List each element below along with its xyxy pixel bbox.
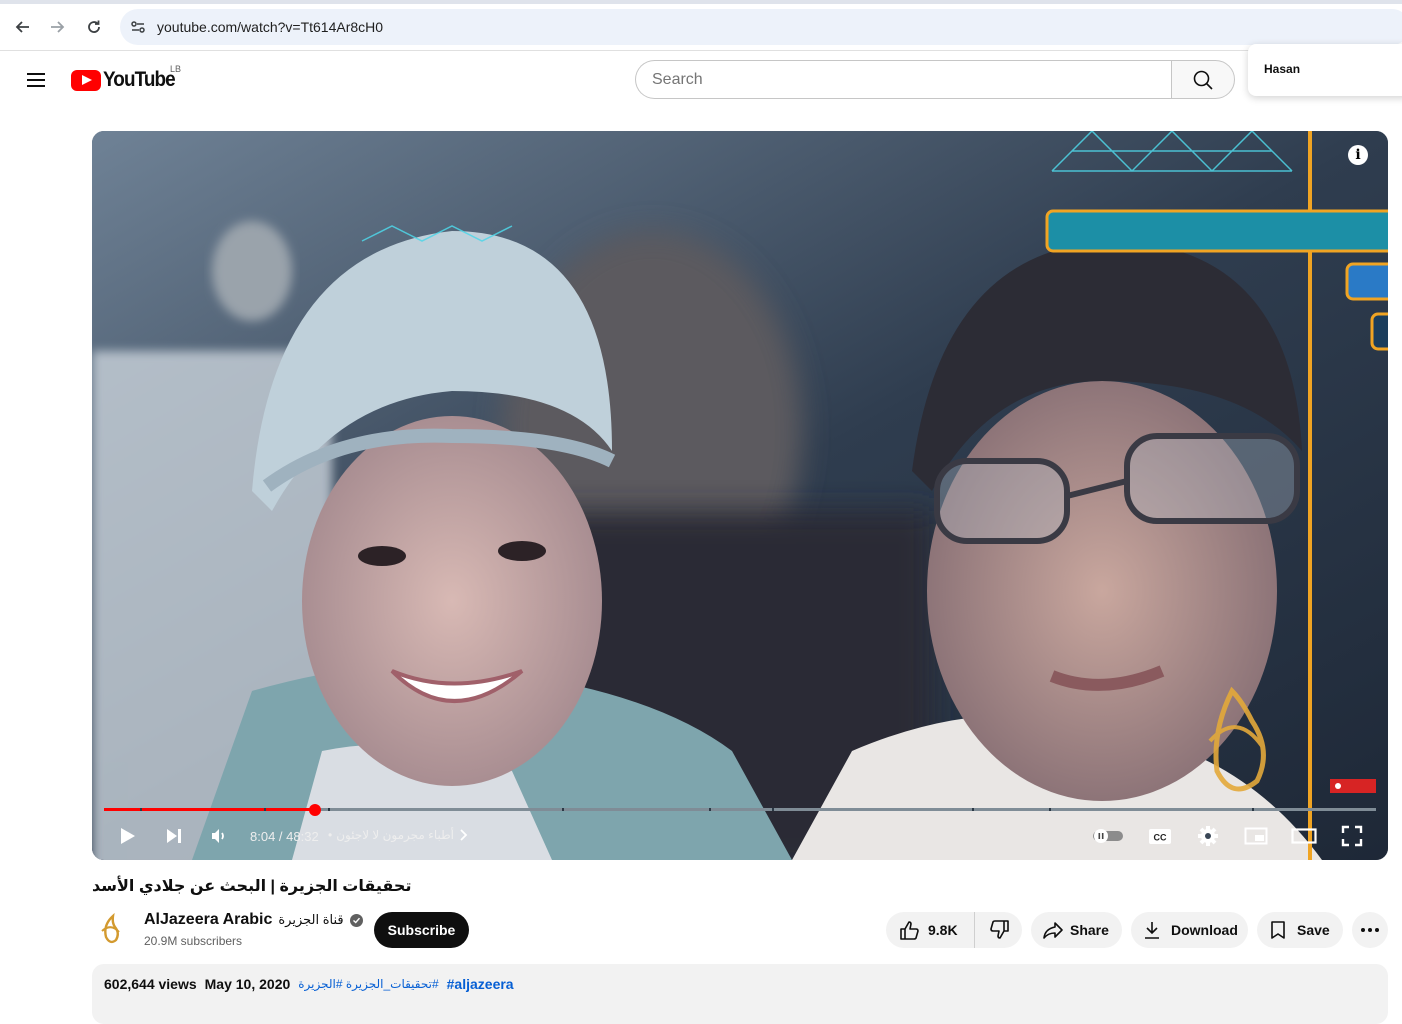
youtube-play-logo-icon	[71, 69, 101, 91]
miniplayer-button[interactable]	[1243, 823, 1269, 849]
country-code: LB	[170, 64, 182, 74]
arrow-left-icon	[15, 21, 29, 33]
tab-strip-edge	[0, 0, 1402, 4]
video-player[interactable]: i 8:04 / 48:32 • أطباء مجرمون لا لاجئون …	[92, 131, 1388, 860]
skip-next-icon	[167, 829, 181, 843]
chapter-gap	[972, 808, 974, 811]
mute-button[interactable]	[206, 823, 232, 849]
address-bar[interactable]: youtube.com/watch?v=Tt614Ar8cH0	[120, 9, 1402, 45]
play-icon	[121, 828, 135, 844]
download-button[interactable]: Download	[1131, 912, 1248, 948]
time-display: 8:04 / 48:32	[250, 829, 319, 844]
chapter-gap	[772, 808, 774, 811]
like-count: 9.8K	[928, 922, 958, 938]
bookmark-icon	[1269, 920, 1287, 940]
reload-button[interactable]	[81, 14, 107, 40]
player-controls: 8:04 / 48:32 • أطباء مجرمون لا لاجئون CC	[92, 819, 1388, 853]
time-current: 8:04	[250, 829, 276, 844]
autoplay-toggle-icon	[1093, 829, 1123, 843]
closed-captions-icon: CC	[1149, 829, 1171, 844]
chapter-gap	[328, 808, 330, 811]
autoplay-toggle[interactable]	[1090, 823, 1126, 849]
settings-button[interactable]	[1195, 823, 1221, 849]
more-dots-icon	[1361, 928, 1365, 932]
back-button[interactable]	[9, 14, 35, 40]
chapter-gap	[1049, 808, 1051, 811]
reload-icon	[88, 20, 100, 33]
save-button[interactable]: Save	[1257, 912, 1343, 948]
search-input[interactable]	[636, 61, 1172, 98]
channel-name-link[interactable]: AlJazeera Arabic قناة الجزيرة	[144, 911, 363, 929]
channel-name[interactable]: AlJazeera Arabic	[144, 911, 272, 929]
account-name: Hasan	[1264, 62, 1301, 76]
verified-badge-icon	[349, 913, 363, 927]
subscribe-button[interactable]: Subscribe	[374, 912, 469, 948]
chevron-right-icon	[460, 829, 468, 841]
share-label: Share	[1070, 922, 1109, 938]
time-separator: /	[275, 829, 287, 844]
chapter-title: أطباء مجرمون لا لاجئون	[336, 828, 454, 842]
hamburger-menu-icon[interactable]	[22, 66, 50, 94]
aljazeera-logo-icon	[101, 913, 120, 944]
channel-name-arabic[interactable]: قناة الجزيرة	[278, 912, 343, 928]
chapter-gap	[1252, 808, 1254, 811]
chapter-gap	[709, 808, 711, 811]
volume-icon	[212, 829, 224, 843]
next-button[interactable]	[161, 823, 187, 849]
progress-played	[104, 808, 316, 811]
chapter-gap	[562, 808, 564, 811]
share-button[interactable]: Share	[1031, 912, 1122, 948]
thumbs-down-icon	[989, 919, 1011, 941]
chapter-gap	[264, 808, 266, 811]
upload-date: May 10, 2020	[204, 976, 291, 992]
thumbs-up-icon	[898, 919, 920, 941]
video-title: تحقيقات الجزيرة | البحث عن جلادي الأسد	[92, 878, 412, 895]
info-icon[interactable]: i	[1348, 145, 1368, 165]
svg-text:CC: CC	[1154, 833, 1167, 843]
youtube-logo[interactable]: YouTube LB	[71, 64, 183, 92]
subtitles-button[interactable]: CC	[1147, 823, 1173, 849]
save-label: Save	[1297, 922, 1330, 938]
fullscreen-button[interactable]	[1339, 823, 1365, 849]
subscriber-count: 20.9M subscribers	[144, 934, 243, 948]
browser-toolbar: youtube.com/watch?v=Tt614Ar8cH0	[0, 0, 1402, 51]
theater-mode-icon	[1291, 828, 1317, 844]
site-info-icon[interactable]	[128, 17, 148, 37]
description-meta: 602,644 views May 10, 2020 #تحقيقات_الجز…	[104, 976, 514, 992]
search-button[interactable]	[1171, 60, 1235, 99]
chapter-button[interactable]: • أطباء مجرمون لا لاجئون	[328, 828, 468, 842]
chapter-gap	[140, 808, 142, 811]
video-frame[interactable]	[92, 131, 1388, 860]
time-total: 48:32	[286, 829, 319, 844]
theater-mode-button[interactable]	[1291, 823, 1317, 849]
dislike-button[interactable]	[975, 919, 1025, 941]
view-count: 602,644 views	[104, 976, 197, 992]
download-label: Download	[1171, 922, 1238, 938]
url-text[interactable]: youtube.com/watch?v=Tt614Ar8cH0	[157, 19, 383, 35]
search-icon	[1193, 70, 1213, 90]
like-button[interactable]: 9.8K	[886, 912, 975, 948]
miniplayer-icon	[1244, 827, 1268, 845]
download-icon	[1143, 920, 1161, 940]
chapter-bullet: •	[328, 828, 333, 842]
more-actions-button[interactable]	[1352, 912, 1388, 948]
gear-icon	[1198, 826, 1218, 846]
logo-wordmark: YouTube	[103, 68, 176, 91]
account-popup[interactable]: Hasan	[1248, 44, 1402, 96]
search-field[interactable]	[635, 60, 1172, 99]
forward-button[interactable]	[45, 14, 71, 40]
like-dislike-group: 9.8K	[886, 912, 1022, 948]
youtube-header: YouTube LB Hasan	[0, 44, 1402, 108]
hashtags-arabic[interactable]: #تحقيقات_الجزيرة #الجزيرة	[298, 977, 438, 992]
progress-bar[interactable]	[104, 808, 1376, 811]
fullscreen-icon	[1341, 825, 1363, 847]
channel-avatar[interactable]	[92, 910, 132, 950]
description-box[interactable]: 602,644 views May 10, 2020 #تحقيقات_الجز…	[92, 964, 1388, 1024]
hashtag-aljazeera[interactable]: #aljazeera	[447, 976, 514, 992]
play-button[interactable]	[114, 823, 140, 849]
share-arrow-icon	[1042, 919, 1064, 941]
arrow-right-icon	[51, 21, 65, 33]
